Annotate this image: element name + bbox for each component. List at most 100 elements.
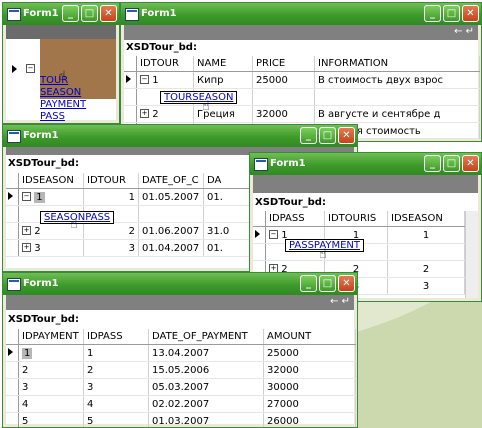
table-row[interactable]: 5 5 01.03.2007 26000 [6, 412, 356, 427]
maximize-button[interactable]: □ [319, 275, 336, 292]
table-row[interactable]: + 3 3 01.04.2007 01. [6, 239, 266, 257]
table-row[interactable]: 2 2 15.05.2006 32000 [6, 361, 356, 379]
table-row[interactable]: 4 4 02.02.2007 27000 [6, 395, 356, 413]
maximize-button[interactable]: □ [319, 127, 336, 144]
cell[interactable]: 1 [83, 188, 139, 206]
table-row[interactable]: − 1 1 01.05.2007 01. [6, 188, 266, 206]
cell[interactable]: 4 [18, 395, 84, 413]
cell[interactable]: 2 [83, 222, 139, 240]
row-pointer-icon [8, 347, 13, 356]
cell[interactable]: 05.03.2007 [148, 378, 264, 396]
minimize-button[interactable]: _ [300, 127, 317, 144]
vertical-scrollbar[interactable] [465, 211, 478, 298]
cell[interactable]: 25000 [263, 344, 356, 362]
col-header[interactable]: AMOUNT [263, 329, 356, 345]
maximize-button[interactable]: □ [443, 155, 460, 172]
title-bar[interactable]: Form1 _ □ ✕ [250, 153, 481, 175]
minimize-button[interactable]: _ [424, 5, 441, 22]
title-bar[interactable]: Form1 _ □ ✕ [121, 3, 481, 25]
table-row[interactable]: + 2 Греция 32000 В августе и сентябре д [124, 105, 480, 123]
close-button[interactable]: ✕ [462, 155, 479, 172]
title-bar[interactable]: Form1 _ □ ✕ [3, 125, 357, 147]
cell[interactable]: 32000 [252, 105, 315, 123]
window-title: Form1 [141, 8, 177, 19]
title-bar[interactable]: Form1 _ □ ✕ [3, 3, 119, 25]
title-bar[interactable]: Form1 _ □ ✕ [3, 273, 357, 295]
col-header[interactable]: IDPASS [265, 211, 325, 227]
col-header[interactable]: NAME [193, 56, 253, 72]
cell[interactable]: 32000 [263, 361, 356, 379]
cell[interactable]: В стоимость двух взрос [314, 71, 480, 89]
close-button[interactable]: ✕ [462, 5, 479, 22]
nav-back-icon[interactable]: ← ↵ [330, 296, 350, 307]
tree-item-pass[interactable]: PASS [40, 111, 65, 122]
cell[interactable]: 02.02.2007 [148, 395, 264, 413]
cell[interactable]: 1 [387, 226, 465, 244]
table-row[interactable]: − 1 Кипр 25000 В стоимость двух взрос [124, 71, 480, 89]
cell[interactable]: 1 [83, 344, 149, 362]
cell[interactable]: 3 [83, 378, 149, 396]
col-header[interactable]: PRICE [252, 56, 315, 72]
close-button[interactable]: ✕ [338, 127, 355, 144]
close-button[interactable]: ✕ [100, 5, 117, 22]
collapse-icon[interactable]: − [22, 192, 31, 201]
form1-tour-window: Form1 _ □ ✕ ← ↵ XSDTour_bd: IDTOUR NAME … [120, 2, 482, 142]
hand-cursor-icon: ☝ [319, 247, 327, 262]
minimize-button[interactable]: _ [424, 155, 441, 172]
cell[interactable]: 01.04.2007 [138, 239, 204, 257]
maximize-button[interactable]: □ [81, 5, 98, 22]
cell[interactable]: 27000 [263, 395, 356, 413]
cell[interactable]: 5 [18, 412, 84, 427]
table-row[interactable]: 1 1 13.04.2007 25000 [6, 344, 356, 362]
maximize-button[interactable]: □ [443, 5, 460, 22]
cell[interactable]: 1 [18, 344, 84, 362]
table-name: XSDTour_bd: [255, 197, 326, 208]
col-header[interactable]: DATE_OF_C [138, 173, 204, 189]
minimize-button[interactable]: _ [300, 275, 317, 292]
cell[interactable]: 13.04.2007 [148, 344, 264, 362]
cell[interactable]: 01.03.2007 [148, 412, 264, 427]
cell[interactable]: 25000 [252, 71, 315, 89]
expand-icon[interactable]: + [22, 226, 31, 235]
collapse-icon[interactable]: − [269, 230, 278, 239]
cell[interactable]: 15.05.2006 [148, 361, 264, 379]
col-header[interactable]: DATE_OF_PAYMENT [148, 329, 264, 345]
col-header[interactable]: IDPAYMENT [18, 329, 84, 345]
cell[interactable]: Кипр [193, 71, 253, 89]
tree-header-strip [6, 25, 116, 39]
cell[interactable]: 2 [387, 260, 465, 278]
collapse-icon[interactable]: − [140, 75, 149, 84]
col-header[interactable]: IDPASS [83, 329, 149, 345]
tree-item-season[interactable]: SEASON [40, 87, 81, 98]
cell[interactable]: 30000 [263, 378, 356, 396]
cell[interactable]: 2 [18, 361, 84, 379]
close-button[interactable]: ✕ [338, 275, 355, 292]
grid-header: IDSEASON IDTOUR DATE_OF_C DA [6, 173, 266, 189]
relation-link-tourseason[interactable]: TOURSEASON [160, 91, 238, 104]
cell[interactable]: 3 [83, 239, 139, 257]
row-pointer-icon [12, 65, 17, 73]
nav-back-icon[interactable]: ← ↵ [454, 26, 474, 37]
expand-icon[interactable]: + [22, 243, 31, 252]
table-row[interactable]: + 2 2 01.06.2007 31.0 [6, 222, 266, 240]
cell[interactable]: 01.05.2007 [138, 188, 204, 206]
col-header[interactable]: IDTOURIS [324, 211, 388, 227]
cell[interactable]: В августе и сентябре д [314, 105, 480, 123]
collapse-icon[interactable]: − [26, 64, 35, 73]
cell[interactable]: 01.06.2007 [138, 222, 204, 240]
minimize-button[interactable]: _ [62, 5, 79, 22]
col-header[interactable]: IDTOUR [83, 173, 139, 189]
cell[interactable]: 3 [18, 378, 84, 396]
expand-icon[interactable]: + [140, 109, 149, 118]
col-header[interactable]: IDTOUR [136, 56, 194, 72]
cell[interactable]: 4 [83, 395, 149, 413]
col-header[interactable]: INFORMATION [314, 56, 480, 72]
cell[interactable]: 5 [83, 412, 149, 427]
col-header[interactable]: IDSEASON [387, 211, 465, 227]
tree-item-payment[interactable]: PAYMENT [40, 99, 86, 110]
cell[interactable]: 3 [387, 277, 465, 295]
table-row[interactable]: 3 3 05.03.2007 30000 [6, 378, 356, 396]
col-header[interactable]: IDSEASON [18, 173, 84, 189]
cell[interactable]: 2 [83, 361, 149, 379]
cell[interactable]: 26000 [263, 412, 356, 427]
